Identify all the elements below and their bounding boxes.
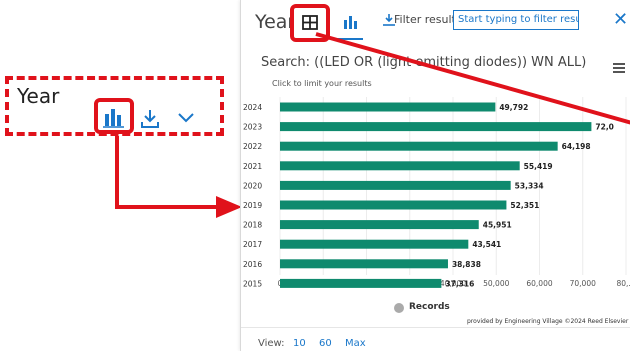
pointer-line xyxy=(315,32,630,125)
